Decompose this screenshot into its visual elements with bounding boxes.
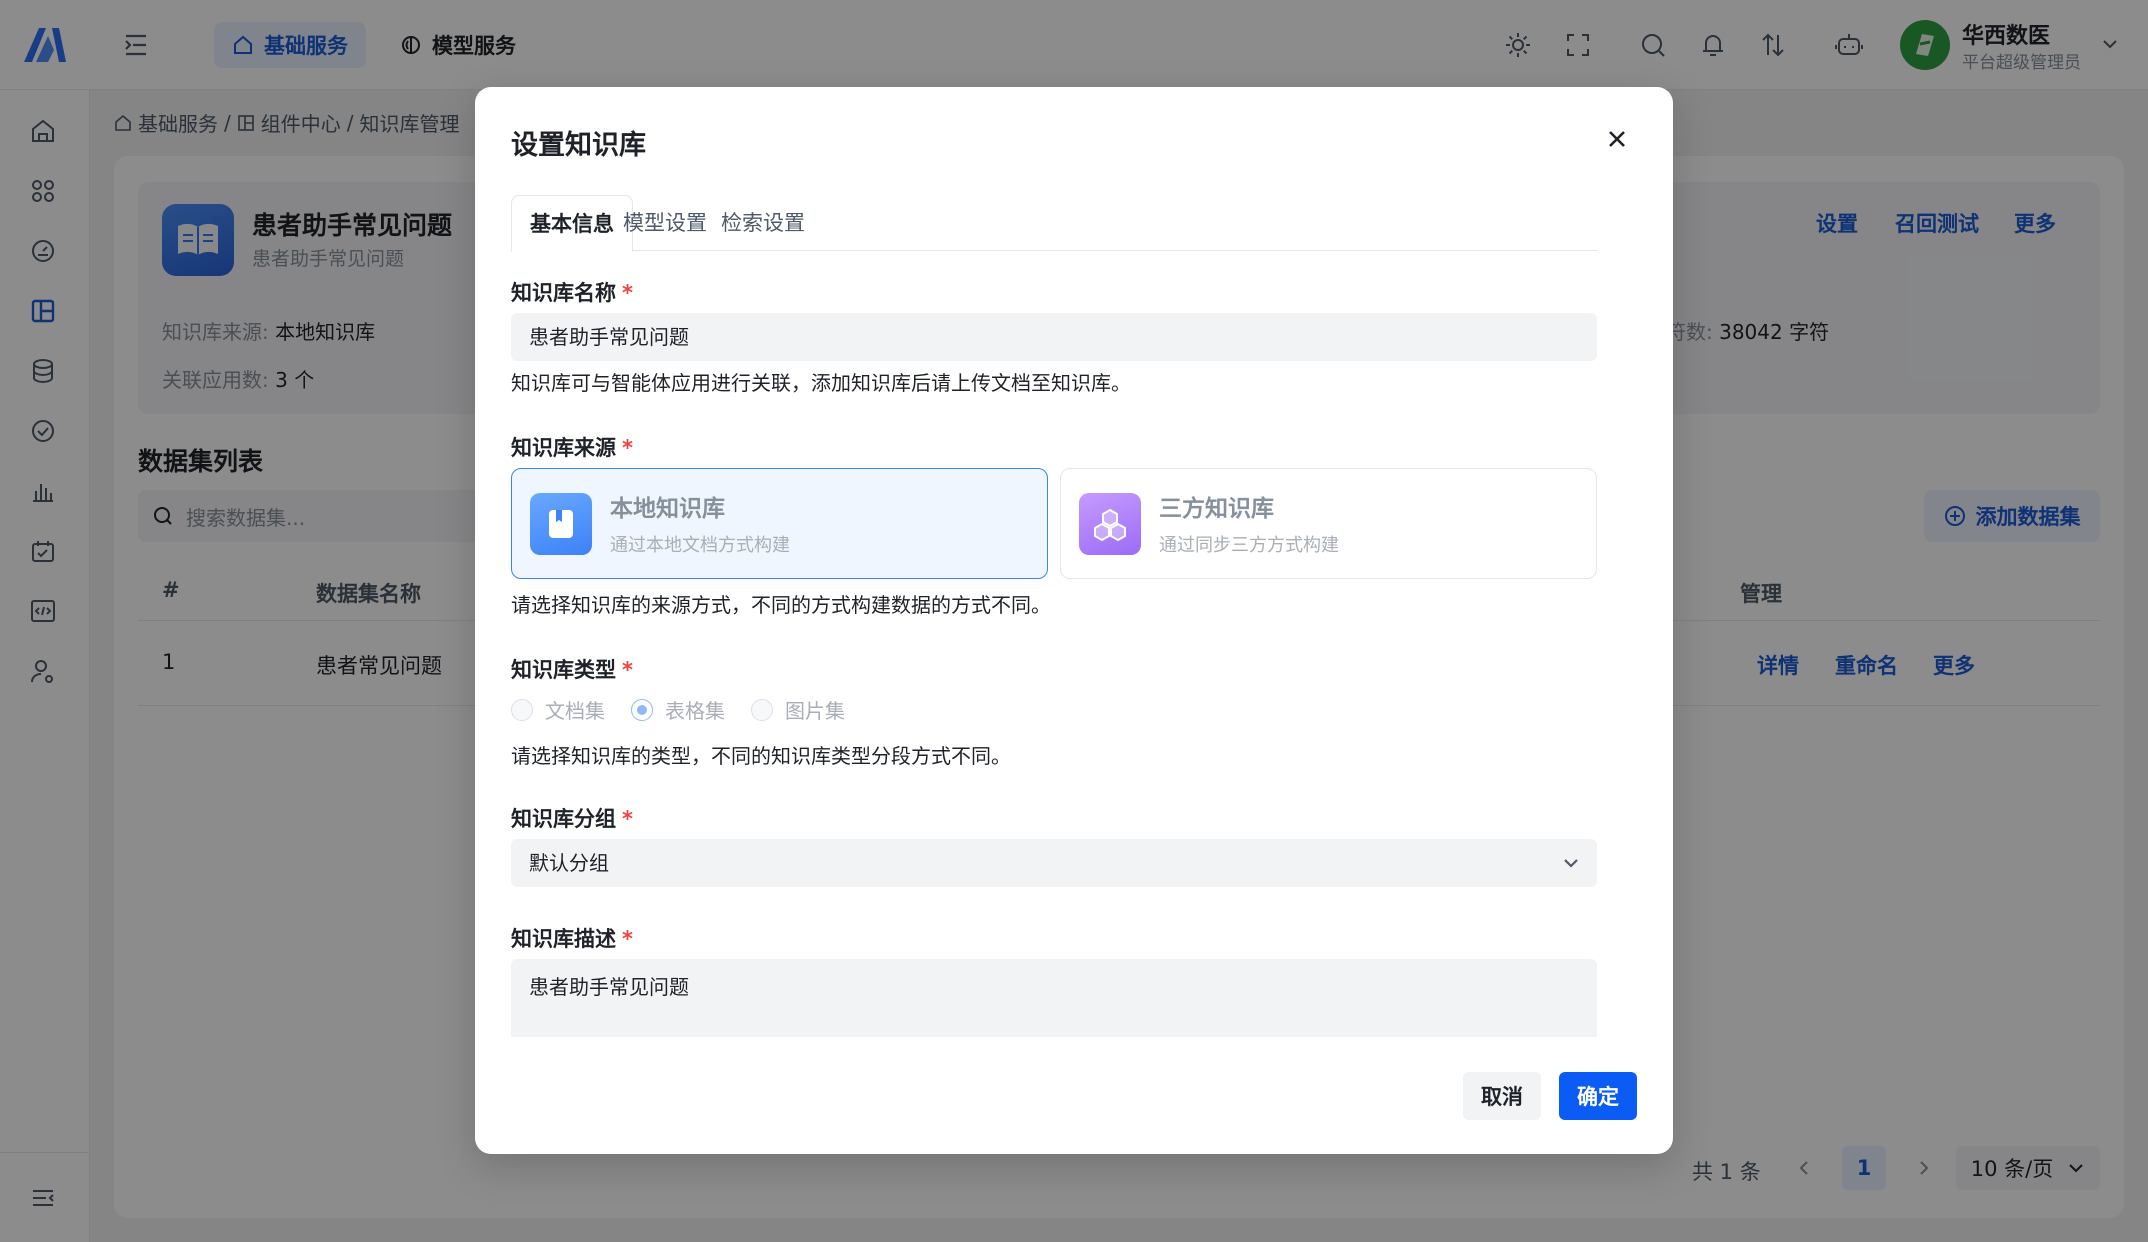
kb-type-radio-group: 文档集 表格集 图片集 bbox=[511, 695, 845, 724]
label-text: 知识库描述 bbox=[511, 927, 616, 951]
radio-dot bbox=[511, 698, 533, 721]
kb-source-label: 知识库来源 * bbox=[511, 432, 633, 462]
source-option-third-party[interactable]: 三方知识库 通过同步三方方式构建 bbox=[1060, 468, 1597, 579]
confirm-button[interactable]: 确定 bbox=[1559, 1072, 1637, 1120]
kb-type-help: 请选择知识库的类型，不同的知识库类型分段方式不同。 bbox=[511, 744, 1011, 768]
label-text: 知识库来源 bbox=[511, 436, 616, 460]
radio-dot bbox=[751, 698, 773, 721]
source-option-local[interactable]: 本地知识库 通过本地文档方式构建 bbox=[511, 468, 1048, 579]
chevron-down-icon bbox=[1561, 853, 1581, 873]
required-mark: * bbox=[622, 927, 633, 951]
required-mark: * bbox=[622, 807, 633, 831]
source-option-desc: 通过本地文档方式构建 bbox=[610, 535, 790, 556]
settings-modal: 设置知识库 基本信息 模型设置 检索设置 知识库名称 * 患者助手常见问题 知识库… bbox=[475, 87, 1673, 1154]
close-icon[interactable] bbox=[1605, 127, 1629, 151]
kb-group-select[interactable]: 默认分组 bbox=[511, 839, 1597, 887]
radio-doc-set[interactable]: 文档集 bbox=[511, 695, 605, 724]
label-text: 知识库类型 bbox=[511, 658, 616, 682]
source-option-title: 三方知识库 bbox=[1159, 496, 1274, 522]
radio-image-set[interactable]: 图片集 bbox=[751, 695, 845, 724]
required-mark: * bbox=[622, 436, 633, 460]
kb-name-input[interactable]: 患者助手常见问题 bbox=[511, 313, 1597, 361]
select-value: 默认分组 bbox=[529, 851, 609, 875]
label-text: 知识库分组 bbox=[511, 807, 616, 831]
kb-name-label: 知识库名称 * bbox=[511, 277, 633, 307]
kb-desc-textarea[interactable]: 患者助手常见问题 bbox=[511, 959, 1597, 1037]
required-mark: * bbox=[622, 658, 633, 682]
label-text: 知识库名称 bbox=[511, 281, 616, 305]
source-option-desc: 通过同步三方方式构建 bbox=[1159, 535, 1339, 556]
tab-retrieval-settings[interactable]: 检索设置 bbox=[703, 195, 823, 251]
modal-title: 设置知识库 bbox=[511, 130, 646, 161]
radio-label: 表格集 bbox=[665, 699, 725, 723]
cubes-icon bbox=[1079, 493, 1141, 555]
radio-label: 文档集 bbox=[545, 699, 605, 723]
cancel-button[interactable]: 取消 bbox=[1463, 1072, 1541, 1120]
kb-desc-label: 知识库描述 * bbox=[511, 923, 633, 953]
kb-source-help: 请选择知识库的来源方式，不同的方式构建数据的方式不同。 bbox=[511, 593, 1051, 617]
source-option-title: 本地知识库 bbox=[610, 496, 725, 522]
radio-table-set[interactable]: 表格集 bbox=[631, 695, 725, 724]
kb-group-label: 知识库分组 * bbox=[511, 803, 633, 833]
kb-type-label: 知识库类型 * bbox=[511, 654, 633, 684]
radio-dot bbox=[631, 698, 653, 721]
local-library-icon bbox=[530, 493, 592, 555]
radio-label: 图片集 bbox=[785, 699, 845, 723]
modal-tabs: 基本信息 模型设置 检索设置 bbox=[511, 195, 1597, 252]
kb-name-help: 知识库可与智能体应用进行关联，添加知识库后请上传文档至知识库。 bbox=[511, 371, 1131, 395]
required-mark: * bbox=[622, 281, 633, 305]
